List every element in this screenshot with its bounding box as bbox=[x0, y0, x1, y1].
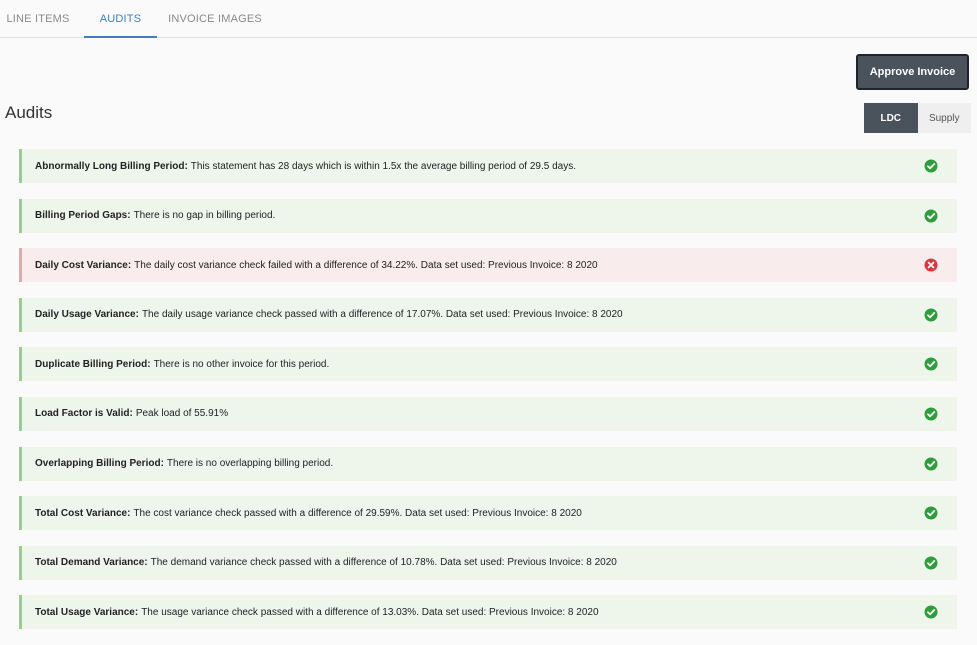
x-circle-icon bbox=[924, 258, 938, 272]
audit-message: The daily cost variance check failed wit… bbox=[134, 259, 598, 271]
audit-message: There is no other invoice for this perio… bbox=[153, 358, 330, 370]
audit-message: There is no overlapping billing period. bbox=[166, 458, 334, 470]
audit-row-billing-period-gaps: Billing Period Gaps: There is no gap in … bbox=[19, 198, 957, 233]
check-circle-icon bbox=[924, 605, 938, 619]
tab-line-items[interactable]: LINE ITEMS bbox=[0, 0, 76, 38]
ldc-supply-toggle: LDC Supply bbox=[864, 103, 971, 133]
audit-message: The demand variance check passed with a … bbox=[150, 557, 617, 569]
tab-bar: LINE ITEMS AUDITS INVOICE IMAGES bbox=[0, 0, 977, 38]
check-circle-icon bbox=[924, 308, 938, 322]
audit-list: Abnormally Long Billing Period: This sta… bbox=[19, 149, 957, 645]
audit-name: Daily Cost Variance: bbox=[35, 259, 132, 271]
audit-name: Overlapping Billing Period: bbox=[35, 458, 164, 470]
audit-message: There is no gap in billing period. bbox=[133, 210, 276, 222]
audit-name: Total Cost Variance: bbox=[35, 507, 131, 519]
audit-message: This statement has 28 days which is with… bbox=[190, 160, 576, 172]
audit-name: Daily Usage Variance: bbox=[35, 309, 139, 321]
audit-row-daily-usage-variance: Daily Usage Variance: The daily usage va… bbox=[19, 297, 957, 332]
toggle-ldc[interactable]: LDC bbox=[864, 103, 918, 133]
audit-name: Load Factor is Valid: bbox=[35, 408, 133, 420]
audit-row-total-usage-variance: Total Usage Variance: The usage variance… bbox=[19, 595, 957, 630]
tab-invoice-images[interactable]: INVOICE IMAGES bbox=[164, 0, 266, 38]
check-circle-icon bbox=[924, 506, 938, 520]
audit-message: The usage variance check passed with a d… bbox=[141, 606, 599, 618]
audit-name: Total Usage Variance: bbox=[35, 606, 139, 618]
audit-name: Duplicate Billing Period: bbox=[35, 358, 151, 370]
check-circle-icon bbox=[924, 357, 938, 371]
tab-audits[interactable]: AUDITS bbox=[84, 0, 157, 38]
audit-name: Total Demand Variance: bbox=[35, 557, 148, 569]
check-circle-icon bbox=[924, 209, 938, 223]
audit-row-daily-cost-variance: Daily Cost Variance: The daily cost vari… bbox=[19, 248, 957, 283]
audit-message: The cost variance check passed with a di… bbox=[133, 507, 582, 519]
audit-row-load-factor-valid: Load Factor is Valid: Peak load of 55.91… bbox=[19, 396, 957, 431]
audit-row-total-demand-variance: Total Demand Variance: The demand varian… bbox=[19, 545, 957, 580]
check-circle-icon bbox=[924, 407, 938, 421]
check-circle-icon bbox=[924, 159, 938, 173]
audit-message: Peak load of 55.91% bbox=[135, 408, 229, 420]
audit-row-duplicate-billing-period: Duplicate Billing Period: There is no ot… bbox=[19, 347, 957, 382]
audit-name: Billing Period Gaps: bbox=[35, 210, 131, 222]
check-circle-icon bbox=[924, 457, 938, 471]
audit-row-overlapping-billing-period: Overlapping Billing Period: There is no … bbox=[19, 446, 957, 481]
check-circle-icon bbox=[924, 556, 938, 570]
audit-row-abnormally-long-billing-period: Abnormally Long Billing Period: This sta… bbox=[19, 149, 957, 183]
audit-message: The daily usage variance check passed wi… bbox=[141, 309, 623, 321]
audit-name: Abnormally Long Billing Period: bbox=[35, 160, 188, 172]
toggle-supply[interactable]: Supply bbox=[917, 103, 971, 133]
audit-row-total-cost-variance: Total Cost Variance: The cost variance c… bbox=[19, 496, 957, 531]
approve-invoice-button[interactable]: Approve Invoice bbox=[856, 54, 969, 90]
page-title: Audits bbox=[5, 103, 53, 122]
